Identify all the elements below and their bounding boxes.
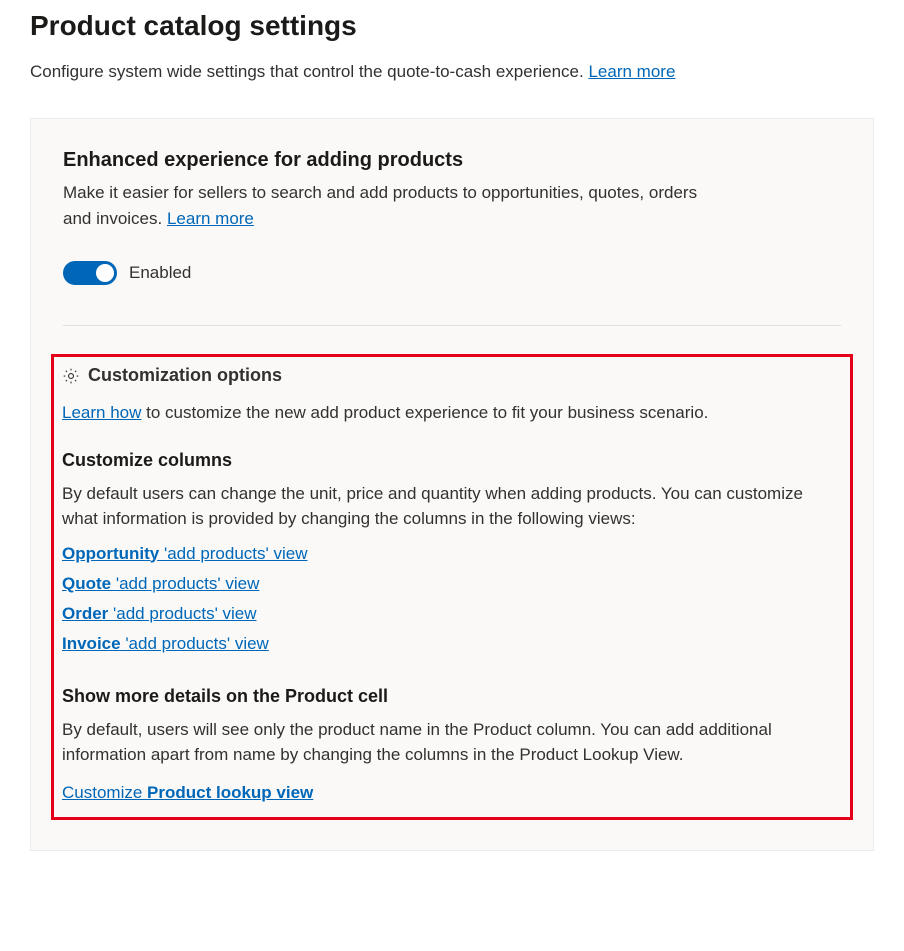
- page-title: Product catalog settings: [30, 10, 874, 42]
- link-entity: Quote: [62, 574, 116, 593]
- customize-columns-heading: Customize columns: [62, 450, 842, 471]
- customization-intro-rest: to customize the new add product experie…: [141, 403, 708, 422]
- list-item: Order 'add products' view: [62, 604, 842, 624]
- view-links-list: Opportunity 'add products' view Quote 'a…: [62, 544, 842, 654]
- link-rest: 'add products' view: [113, 604, 257, 623]
- lookup-link-prefix: Customize: [62, 783, 147, 802]
- link-rest: 'add products' view: [164, 544, 308, 563]
- link-entity: Order: [62, 604, 113, 623]
- lookup-link-row: Customize Product lookup view: [62, 780, 842, 806]
- customization-heading-row: Customization options: [62, 365, 842, 386]
- list-item: Quote 'add products' view: [62, 574, 842, 594]
- list-item: Opportunity 'add products' view: [62, 544, 842, 564]
- card-learn-more-link[interactable]: Learn more: [167, 209, 254, 228]
- link-entity: Invoice: [62, 634, 125, 653]
- toggle-row: Enabled: [63, 261, 841, 285]
- details-desc: By default, users will see only the prod…: [62, 717, 842, 768]
- learn-more-link[interactable]: Learn more: [588, 62, 675, 81]
- card-desc-text: Make it easier for sellers to search and…: [63, 183, 697, 228]
- opportunity-view-link[interactable]: Opportunity 'add products' view: [62, 544, 308, 563]
- link-rest: 'add products' view: [116, 574, 260, 593]
- customize-columns-desc: By default users can change the unit, pr…: [62, 481, 842, 532]
- customization-highlight: Customization options Learn how to custo…: [51, 354, 853, 820]
- card-description: Make it easier for sellers to search and…: [63, 180, 713, 231]
- gear-icon: [62, 367, 80, 385]
- invoice-view-link[interactable]: Invoice 'add products' view: [62, 634, 269, 653]
- customize-lookup-view-link[interactable]: Customize Product lookup view: [62, 783, 313, 802]
- page-subtitle: Configure system wide settings that cont…: [30, 62, 874, 82]
- lookup-link-bold: Product lookup view: [147, 783, 313, 802]
- settings-card: Enhanced experience for adding products …: [30, 118, 874, 851]
- customization-intro: Learn how to customize the new add produ…: [62, 400, 842, 426]
- link-rest: 'add products' view: [125, 634, 269, 653]
- quote-view-link[interactable]: Quote 'add products' view: [62, 574, 259, 593]
- toggle-label: Enabled: [129, 263, 191, 283]
- enabled-toggle[interactable]: [63, 261, 117, 285]
- list-item: Invoice 'add products' view: [62, 634, 842, 654]
- order-view-link[interactable]: Order 'add products' view: [62, 604, 257, 623]
- details-heading: Show more details on the Product cell: [62, 686, 842, 707]
- customization-heading: Customization options: [88, 365, 282, 386]
- learn-how-link[interactable]: Learn how: [62, 403, 141, 422]
- card-heading: Enhanced experience for adding products: [63, 149, 841, 172]
- page-subtitle-text: Configure system wide settings that cont…: [30, 62, 588, 81]
- link-entity: Opportunity: [62, 544, 164, 563]
- divider: [63, 325, 841, 326]
